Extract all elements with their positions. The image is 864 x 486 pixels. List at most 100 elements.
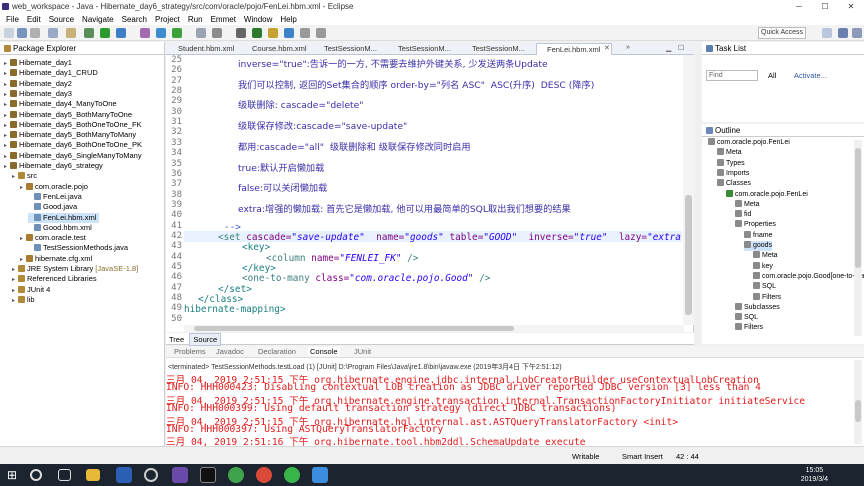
package-tree-item[interactable]: ▸ Hibernate_day6_strategy (4, 161, 103, 171)
chat-icon[interactable] (228, 467, 244, 483)
eclipse-taskbar-icon[interactable] (172, 467, 188, 483)
tab-problems[interactable]: Problems (174, 347, 206, 356)
start-icon[interactable]: ⊞ (4, 467, 20, 483)
new-icon[interactable] (4, 28, 14, 38)
package-tree-item[interactable]: ▸ hibernate.cfg.xml (20, 254, 92, 264)
outline-scroll-thumb[interactable] (855, 148, 861, 268)
search-icon[interactable] (212, 28, 222, 38)
console-scrollbar[interactable] (854, 360, 862, 444)
minimize-button[interactable]: ─ (786, 0, 812, 13)
tab-overflow-icon[interactable]: » (626, 44, 630, 51)
outline-item[interactable]: Imports (717, 168, 749, 179)
outline-item[interactable]: fid (735, 210, 751, 220)
tab-student-hbm[interactable]: Student.hbm.xml (168, 43, 240, 55)
outline-item[interactable]: Filters (753, 292, 781, 303)
outline-item[interactable]: Meta (735, 199, 760, 210)
outline-item[interactable]: Subclasses (735, 302, 780, 313)
settings-icon[interactable] (144, 468, 158, 482)
package-tree-item[interactable]: ▸ Hibernate_day6_BothOneToOne_PK (4, 140, 142, 150)
task-list-title[interactable]: Task List (715, 44, 746, 53)
package-tree-item[interactable]: ▸ Hibernate_day5_BothManyToMany (4, 130, 136, 140)
package-tree-item[interactable]: ▸ JUnit 4 (12, 285, 50, 295)
word-icon[interactable] (116, 467, 132, 483)
outline-item[interactable]: key (753, 261, 773, 272)
search-icon[interactable] (30, 469, 42, 481)
menu-source[interactable]: Source (49, 15, 74, 24)
package-tree-item[interactable]: Good.java (28, 202, 77, 212)
package-tree-item[interactable]: FenLei.hbm.xml (28, 212, 100, 223)
menu-search[interactable]: Search (122, 15, 147, 24)
hscroll-thumb[interactable] (194, 326, 514, 331)
minimize-editor-icon[interactable]: ▁ (666, 44, 671, 52)
tab-testsession-3[interactable]: TestSessionM... (462, 43, 534, 55)
tab-course-hbm[interactable]: Course.hbm.xml (242, 43, 312, 55)
file-explorer-icon[interactable] (86, 469, 100, 481)
package-explorer-title[interactable]: Package Explorer (13, 44, 76, 53)
debug-perspective-icon[interactable] (852, 28, 862, 38)
menu-file[interactable]: File (6, 15, 19, 24)
package-tree-item[interactable]: ▸ JRE System Library [JavaSE-1.8] (12, 264, 138, 274)
save-all-icon[interactable] (30, 28, 40, 38)
new-package-icon[interactable] (156, 28, 166, 38)
tab-declaration[interactable]: Declaration (258, 347, 296, 356)
folder-icon[interactable] (66, 28, 76, 38)
maximize-editor-icon[interactable]: ☐ (678, 44, 684, 52)
tab-junit[interactable]: JUnit (354, 347, 371, 356)
menu-edit[interactable]: Edit (27, 15, 41, 24)
java-perspective-icon[interactable] (838, 28, 848, 38)
run-icon[interactable] (100, 28, 110, 38)
task-view-icon[interactable] (58, 469, 71, 481)
next-annotation-icon[interactable] (236, 28, 246, 38)
outline-item[interactable]: Classes (717, 179, 751, 189)
new-class-icon[interactable] (172, 28, 182, 38)
task-find-input[interactable]: Find (706, 70, 758, 81)
package-tree-item[interactable]: ▸ Hibernate_day1 (4, 58, 72, 68)
tree-tab[interactable]: Tree (166, 334, 187, 345)
app-icon[interactable] (312, 467, 328, 483)
outline-item[interactable]: Meta (753, 251, 778, 261)
package-tree-item[interactable]: ▸ Hibernate_day4_ManyToOne (4, 99, 117, 109)
tab-javadoc[interactable]: Javadoc (216, 347, 244, 356)
menu-navigate[interactable]: Navigate (82, 15, 114, 24)
close-button[interactable]: ✕ (838, 0, 864, 13)
debug-icon[interactable] (84, 28, 94, 38)
outline-item[interactable]: com.oracle.pojo.Good[one-to-many] (753, 271, 864, 282)
outline-item[interactable]: Meta (717, 148, 742, 158)
tab-testsession-1[interactable]: TestSessionM... (314, 43, 386, 55)
pin-icon[interactable] (268, 28, 278, 38)
wechat-icon[interactable] (284, 467, 300, 483)
back-icon[interactable] (300, 28, 310, 38)
outline-title[interactable]: Outline (715, 126, 740, 135)
package-tree-item[interactable]: ▸ Hibernate_day1_CRUD (4, 68, 98, 78)
tab-close-icon[interactable]: ✕ (604, 44, 610, 52)
package-tree-item[interactable]: ▸ src (12, 171, 37, 181)
green-run-icon[interactable] (252, 28, 262, 38)
package-tree-item[interactable]: ▸ Referenced Libraries (12, 274, 97, 284)
menu-project[interactable]: Project (155, 15, 180, 24)
outline-item[interactable]: Properties (735, 220, 776, 230)
outline-item[interactable]: Types (717, 158, 745, 169)
maximize-button[interactable]: ☐ (812, 0, 838, 13)
outline-scrollbar[interactable] (854, 140, 862, 336)
coverage-icon[interactable] (116, 28, 126, 38)
quick-access-field[interactable]: Quick Access (758, 27, 806, 39)
package-tree-item[interactable]: ▸ Hibernate_day5_BothOneToOne_FK (4, 120, 142, 130)
new-java-project-icon[interactable] (140, 28, 150, 38)
package-tree-item[interactable]: TestSessionMethods.java (28, 243, 128, 253)
package-tree-item[interactable]: ▸ com.oracle.pojo (20, 182, 88, 192)
scroll-thumb[interactable] (685, 195, 692, 315)
tab-console[interactable]: Console (308, 347, 340, 356)
tab-testsession-2[interactable]: TestSessionM... (388, 43, 460, 55)
perspective-icon[interactable] (822, 28, 832, 38)
console-scroll-thumb[interactable] (855, 400, 861, 422)
package-tree-item[interactable]: ▸ Hibernate_day3 (4, 89, 72, 99)
editor-horizontal-scrollbar[interactable] (184, 325, 684, 332)
outline-item[interactable]: com.oracle.pojo.FenLei (708, 138, 790, 148)
tab-fenlei-hbm[interactable]: FenLei.hbm.xml (536, 43, 612, 55)
terminal-icon[interactable] (200, 467, 216, 483)
package-tree-item[interactable]: ▸ com.oracle.test (20, 233, 86, 243)
package-tree-item[interactable]: ▸ Hibernate_day6_SingleManyToMany (4, 151, 142, 161)
menu-run[interactable]: Run (188, 15, 203, 24)
outline-item[interactable]: goods (744, 241, 773, 252)
outline-item[interactable]: SQL (735, 313, 758, 323)
